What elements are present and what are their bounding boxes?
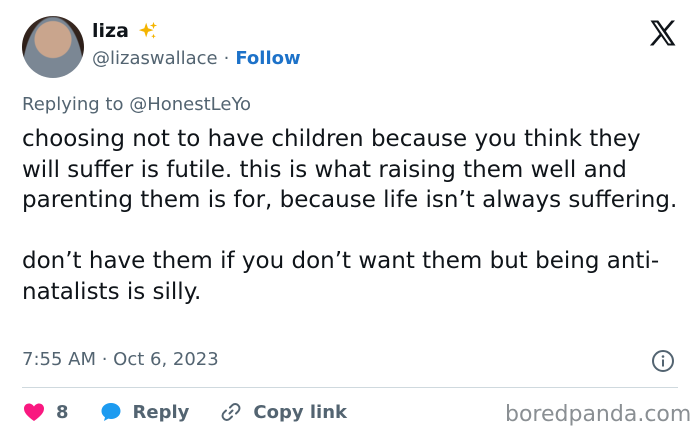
like-count: 8 [56, 401, 69, 423]
like-button[interactable]: 8 [22, 400, 69, 424]
info-icon[interactable] [651, 349, 675, 373]
sparkles-icon [138, 21, 158, 39]
link-icon [221, 403, 241, 421]
timestamp[interactable]: 7:55 AM · Oct 6, 2023 [22, 349, 219, 370]
reply-label: Reply [132, 401, 190, 423]
replying-to[interactable]: Replying to @HonestLeYo [22, 94, 251, 115]
watermark: boredpanda.com [505, 402, 692, 427]
avatar[interactable] [22, 16, 84, 78]
copy-link-button[interactable]: Copy link [219, 400, 347, 424]
divider [22, 387, 678, 388]
x-logo-icon[interactable] [648, 18, 678, 48]
tweet-text: choosing not to have children because yo… [22, 126, 678, 305]
heart-icon [24, 403, 44, 421]
speech-bubble-icon [101, 403, 121, 421]
display-name[interactable]: liza [92, 20, 129, 42]
reply-button[interactable]: Reply [99, 400, 190, 424]
name-row: liza [92, 20, 159, 42]
follow-button[interactable]: Follow [235, 48, 300, 69]
handle-row: @lizaswallace · Follow [92, 48, 301, 69]
copy-link-label: Copy link [253, 401, 347, 423]
separator-dot: · [223, 48, 230, 69]
handle[interactable]: @lizaswallace [92, 48, 218, 69]
action-bar: 8 Reply Copy link [22, 400, 377, 424]
tweet-card: liza @lizaswallace · Follow Replying to … [0, 0, 700, 440]
